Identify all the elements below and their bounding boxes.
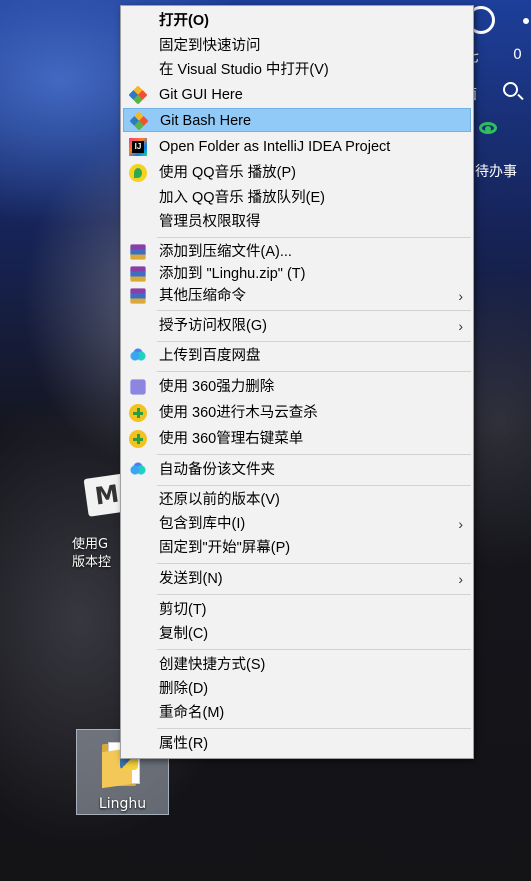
- menu-item-label: 授予访问权限(G): [159, 318, 267, 334]
- menu-separator: [157, 485, 471, 486]
- menu-item-label: Git Bash Here: [160, 113, 252, 129]
- menu-item-create-shortcut[interactable]: 创建快捷方式(S): [123, 653, 471, 677]
- desktop-icon-label-line1: 使用G: [72, 537, 109, 552]
- qq-music-icon: [129, 164, 147, 182]
- context-menu: 打开(O) 固定到快速访问 在 Visual Studio 中打开(V) Git…: [120, 5, 474, 759]
- menu-item-label: Open Folder as IntelliJ IDEA Project: [159, 139, 391, 155]
- baidu-netdisk-icon: [129, 461, 147, 479]
- menu-item-360-scan[interactable]: 使用 360进行木马云查杀: [123, 401, 471, 425]
- chevron-right-icon: ›: [458, 318, 463, 334]
- 360-icon: [129, 404, 147, 422]
- menu-item-open-intellij[interactable]: Open Folder as IntelliJ IDEA Project: [123, 135, 471, 159]
- menu-item-label: 发送到(N): [159, 571, 223, 587]
- menu-item-copy[interactable]: 复制(C): [123, 622, 471, 646]
- eye-icon[interactable]: [479, 122, 497, 134]
- menu-item-label: 使用 360管理右键菜单: [159, 431, 304, 447]
- menu-item-git-gui[interactable]: Git GUI Here: [123, 83, 471, 107]
- baidu-netdisk-icon: [129, 347, 147, 365]
- menu-item-label: 在 Visual Studio 中打开(V): [159, 62, 329, 78]
- menu-item-pin-quick-access[interactable]: 固定到快速访问: [123, 34, 471, 58]
- chevron-right-icon: ›: [458, 571, 463, 587]
- menu-item-label: 管理员权限取得: [159, 214, 261, 230]
- menu-item-add-to-archive[interactable]: 添加到压缩文件(A)...: [123, 240, 471, 264]
- menu-item-label: 上传到百度网盘: [159, 348, 261, 364]
- menu-item-rename[interactable]: 重命名(M): [123, 701, 471, 725]
- menu-item-label: 添加到压缩文件(A)...: [159, 244, 292, 260]
- menu-separator: [157, 594, 471, 595]
- folder-label: Linghu: [98, 796, 147, 812]
- menu-separator: [157, 371, 471, 372]
- menu-item-label: 复制(C): [159, 626, 209, 642]
- winrar-icon: [130, 288, 146, 304]
- git-bash-icon: [129, 111, 149, 131]
- menu-item-pin-start[interactable]: 固定到"开始"屏幕(P): [123, 536, 471, 560]
- menu-item-delete[interactable]: 删除(D): [123, 677, 471, 701]
- menu-item-upload-baidu[interactable]: 上传到百度网盘: [123, 344, 471, 368]
- menu-item-auto-backup[interactable]: 自动备份该文件夹: [123, 458, 471, 482]
- menu-item-label: 重命名(M): [159, 705, 225, 721]
- shredder-icon: [130, 379, 146, 395]
- menu-item-label: 创建快捷方式(S): [159, 657, 266, 673]
- menu-item-open-visual-studio[interactable]: 在 Visual Studio 中打开(V): [123, 58, 471, 82]
- menu-item-label: 使用 360进行木马云查杀: [159, 405, 318, 421]
- menu-item-add-to-zip[interactable]: 添加到 "Linghu.zip" (T): [123, 262, 471, 286]
- menu-item-qq-music-queue[interactable]: 加入 QQ音乐 播放队列(E): [123, 186, 471, 210]
- menu-separator: [157, 341, 471, 342]
- menu-separator: [157, 237, 471, 238]
- menu-separator: [157, 728, 471, 729]
- menu-item-label: 还原以前的版本(V): [159, 492, 280, 508]
- menu-item-label: 打开(O): [159, 13, 209, 29]
- menu-item-restore-versions[interactable]: 还原以前的版本(V): [123, 488, 471, 512]
- menu-separator: [157, 310, 471, 311]
- git-gui-icon: [128, 85, 148, 105]
- menu-item-label: 添加到 "Linghu.zip" (T): [159, 266, 306, 282]
- menu-separator: [157, 454, 471, 455]
- menu-item-label: 固定到快速访问: [159, 38, 261, 54]
- 360-icon: [129, 430, 147, 448]
- menu-item-cut[interactable]: 剪切(T): [123, 598, 471, 622]
- dot-icon: [523, 18, 529, 24]
- chevron-right-icon: ›: [458, 288, 463, 304]
- search-icon[interactable]: [503, 82, 518, 97]
- intellij-idea-icon: [129, 138, 147, 156]
- menu-item-label: 自动备份该文件夹: [159, 462, 275, 478]
- winrar-icon: [130, 244, 146, 260]
- widget-number-text: 0: [513, 47, 522, 63]
- menu-item-label: 使用 QQ音乐 播放(P): [159, 165, 296, 181]
- menu-item-grant-access[interactable]: 授予访问权限(G) ›: [123, 314, 471, 338]
- menu-item-360-manage-menu[interactable]: 使用 360管理右键菜单: [123, 427, 471, 451]
- menu-separator: [157, 563, 471, 564]
- menu-item-properties[interactable]: 属性(R): [123, 732, 471, 756]
- menu-item-label: Git GUI Here: [159, 87, 243, 103]
- menu-item-label: 删除(D): [159, 681, 209, 697]
- chevron-right-icon: ›: [458, 516, 463, 532]
- menu-item-qq-music-play[interactable]: 使用 QQ音乐 播放(P): [123, 161, 471, 185]
- menu-item-360-force-delete[interactable]: 使用 360强力删除: [123, 375, 471, 399]
- winrar-icon: [130, 266, 146, 282]
- menu-item-open[interactable]: 打开(O): [123, 9, 471, 33]
- menu-item-include-library[interactable]: 包含到库中(I) ›: [123, 512, 471, 536]
- menu-item-git-bash[interactable]: Git Bash Here: [123, 108, 471, 132]
- menu-item-take-ownership[interactable]: 管理员权限取得: [123, 210, 471, 234]
- menu-separator: [157, 649, 471, 650]
- menu-item-label: 属性(R): [159, 736, 209, 752]
- menu-item-label: 包含到库中(I): [159, 516, 246, 532]
- menu-item-label: 加入 QQ音乐 播放队列(E): [159, 190, 325, 206]
- menu-item-send-to[interactable]: 发送到(N) ›: [123, 567, 471, 591]
- menu-item-other-compress[interactable]: 其他压缩命令 ›: [123, 284, 471, 308]
- menu-item-label: 剪切(T): [159, 602, 207, 618]
- desktop-icon-label-line2: 版本控: [72, 555, 112, 570]
- menu-item-label: 其他压缩命令: [159, 288, 246, 304]
- menu-item-label: 固定到"开始"屏幕(P): [159, 540, 291, 556]
- menu-item-label: 使用 360强力删除: [159, 379, 275, 395]
